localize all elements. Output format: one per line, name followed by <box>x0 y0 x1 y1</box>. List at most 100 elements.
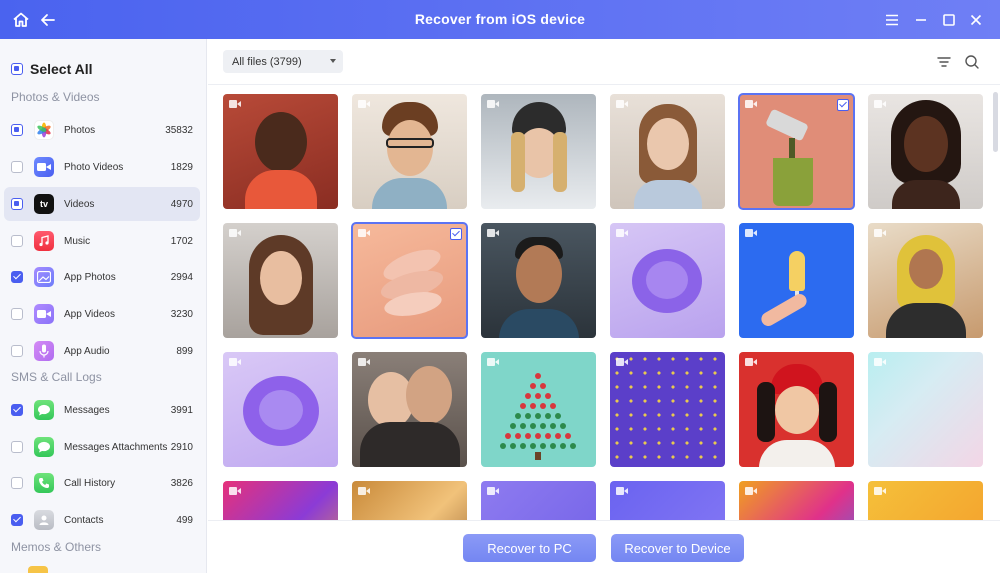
sidebar-item-label: Videos <box>64 198 95 210</box>
video-icon <box>874 229 886 237</box>
video-icon <box>745 229 757 237</box>
sidebar-item-call-history[interactable]: Call History 3826 <box>4 466 200 500</box>
sidebar-item-app-photos[interactable]: App Photos 2994 <box>4 260 200 294</box>
media-thumbnail[interactable] <box>352 94 467 209</box>
sidebar-item-label: App Videos <box>64 308 115 320</box>
video-icon <box>874 358 886 366</box>
media-thumbnail[interactable] <box>481 352 596 467</box>
select-all-checkbox[interactable] <box>11 63 23 75</box>
media-thumbnail[interactable] <box>739 352 854 467</box>
video-icon <box>616 229 628 237</box>
sidebar-item-app-audio[interactable]: App Audio 899 <box>4 334 200 368</box>
messages-icon <box>34 400 54 420</box>
photo-videos-checkbox[interactable] <box>11 161 23 173</box>
minimize-icon[interactable] <box>910 9 932 31</box>
video-icon <box>229 100 241 108</box>
messages-checkbox[interactable] <box>11 404 23 416</box>
video-icon <box>358 100 370 108</box>
phone-icon <box>34 473 54 493</box>
media-thumbnail[interactable] <box>868 223 983 338</box>
video-icon <box>745 100 757 108</box>
messages-attachments-checkbox[interactable] <box>11 441 23 453</box>
sidebar-item-count: 899 <box>176 345 193 357</box>
video-icon <box>874 487 886 495</box>
contacts-icon <box>34 510 54 530</box>
thumbnail-checkbox[interactable] <box>837 99 849 111</box>
video-icon <box>874 100 886 108</box>
video-icon <box>487 487 499 495</box>
close-icon[interactable] <box>965 9 987 31</box>
media-thumbnail[interactable] <box>352 352 467 467</box>
app-videos-checkbox[interactable] <box>11 308 23 320</box>
sidebar-item-label: App Audio <box>64 345 110 357</box>
sidebar-item-contacts[interactable]: Contacts 499 <box>4 503 200 537</box>
video-icon <box>229 487 241 495</box>
maximize-icon[interactable] <box>938 9 960 31</box>
video-icon <box>229 358 241 366</box>
thumbnail-checkbox[interactable] <box>450 228 462 240</box>
photos-checkbox[interactable] <box>11 124 23 136</box>
app-photos-icon <box>34 267 54 287</box>
music-checkbox[interactable] <box>11 235 23 247</box>
music-icon <box>34 231 54 251</box>
media-thumbnail[interactable] <box>481 94 596 209</box>
media-thumbnail[interactable] <box>610 223 725 338</box>
media-thumbnail[interactable] <box>610 352 725 467</box>
sidebar-item-count: 499 <box>176 514 193 526</box>
app-audio-checkbox[interactable] <box>11 345 23 357</box>
media-thumbnail[interactable] <box>223 94 338 209</box>
sidebar-item-label: Call History <box>64 477 116 489</box>
file-filter-value: All files (3799) <box>232 55 302 68</box>
sidebar-item-count: 1702 <box>170 235 193 247</box>
video-icon <box>745 358 757 366</box>
video-icon <box>487 100 499 108</box>
main-panel: All files (3799) Recover to PC Recover t… <box>208 39 1000 573</box>
video-icon <box>358 229 370 237</box>
sidebar-item-videos[interactable]: tv Videos 4970 <box>4 187 200 221</box>
sidebar-item-label: Messages Attachments <box>64 441 168 453</box>
videos-checkbox[interactable] <box>11 198 23 210</box>
call-history-checkbox[interactable] <box>11 477 23 489</box>
section-sms-call-logs: SMS & Call Logs <box>11 370 102 384</box>
app-photos-checkbox[interactable] <box>11 271 23 283</box>
sidebar-item-count: 35832 <box>165 124 193 136</box>
sidebar-item-messages-attachments[interactable]: Messages Attachments 2910 <box>4 430 200 464</box>
media-thumbnail[interactable] <box>868 352 983 467</box>
media-thumbnail[interactable] <box>739 223 854 338</box>
video-icon <box>487 229 499 237</box>
sidebar-item-app-videos[interactable]: App Videos 3230 <box>4 297 200 331</box>
media-thumbnail[interactable] <box>481 223 596 338</box>
title-bar: Recover from iOS device <box>0 0 1000 39</box>
select-all[interactable]: Select All <box>11 61 93 77</box>
sidebar-item-count: 1829 <box>170 161 193 173</box>
media-thumbnail[interactable] <box>610 94 725 209</box>
media-thumbnail[interactable] <box>868 94 983 209</box>
sidebar-item-label: Music <box>64 235 91 247</box>
grid-scrollbar[interactable] <box>993 92 998 152</box>
sidebar-item-messages[interactable]: Messages 3991 <box>4 393 200 427</box>
sidebar-item-music[interactable]: Music 1702 <box>4 224 200 258</box>
search-icon[interactable] <box>963 53 981 71</box>
notes-icon <box>28 566 48 573</box>
menu-icon[interactable] <box>881 9 903 31</box>
media-thumbnail[interactable] <box>223 223 338 338</box>
sidebar-item-photo-videos[interactable]: Photo Videos 1829 <box>4 150 200 184</box>
contacts-checkbox[interactable] <box>11 514 23 526</box>
sidebar-item-label: Photos <box>64 124 96 136</box>
recover-to-device-button[interactable]: Recover to Device <box>611 534 744 562</box>
recover-to-pc-button[interactable]: Recover to PC <box>463 534 596 562</box>
video-icon <box>616 358 628 366</box>
video-icon <box>616 487 628 495</box>
section-photos-videos: Photos & Videos <box>11 90 100 104</box>
sidebar-item-label: Messages <box>64 404 110 416</box>
sidebar-item-photos[interactable]: Photos 35832 <box>4 113 200 147</box>
filter-icon[interactable] <box>935 53 953 71</box>
app-videos-icon <box>34 304 54 324</box>
media-thumbnail-selected[interactable] <box>738 93 855 210</box>
toolbar: All files (3799) <box>208 39 1000 85</box>
media-thumbnail[interactable] <box>223 352 338 467</box>
chevron-down-icon <box>330 59 336 63</box>
sidebar-item-count: 3991 <box>170 404 193 416</box>
file-filter-dropdown[interactable]: All files (3799) <box>223 50 343 73</box>
media-thumbnail-selected[interactable] <box>351 222 468 339</box>
